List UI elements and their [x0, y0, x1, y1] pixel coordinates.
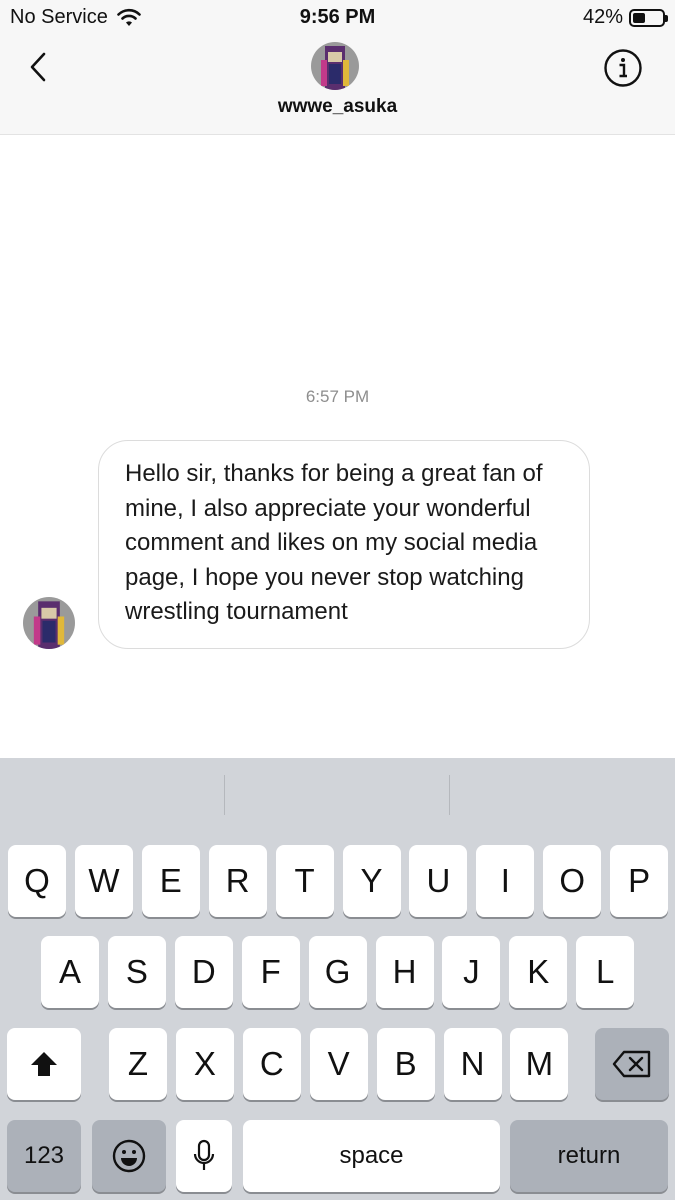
- message-timestamp: 6:57 PM: [305, 387, 370, 406]
- emoji-icon: [112, 1139, 146, 1173]
- battery-icon: [629, 8, 668, 27]
- key-s[interactable]: S: [107, 936, 166, 1008]
- key-c[interactable]: C: [242, 1028, 301, 1100]
- key-e[interactable]: E: [141, 845, 200, 917]
- key-n[interactable]: N: [443, 1028, 502, 1100]
- key-u[interactable]: U: [409, 845, 468, 917]
- header-username[interactable]: wwwe_asuka: [0, 96, 675, 118]
- key-y[interactable]: Y: [342, 845, 401, 917]
- info-icon: [604, 49, 642, 87]
- shift-icon: [31, 1052, 57, 1076]
- emoji-key[interactable]: [92, 1120, 166, 1192]
- battery-percent: 42%: [582, 6, 623, 28]
- key-m[interactable]: M: [510, 1028, 569, 1100]
- info-button[interactable]: [603, 48, 643, 88]
- key-h[interactable]: H: [375, 936, 434, 1008]
- message-bubble[interactable]: Hello sir, thanks for being a great fan …: [98, 440, 590, 649]
- key-z[interactable]: Z: [109, 1028, 167, 1100]
- key-t[interactable]: T: [275, 845, 334, 917]
- header-avatar[interactable]: [311, 42, 359, 90]
- key-p[interactable]: P: [610, 845, 669, 917]
- dictation-key[interactable]: [176, 1120, 232, 1192]
- status-right: 42%: [582, 6, 668, 29]
- delete-key[interactable]: [595, 1028, 669, 1100]
- key-w[interactable]: W: [74, 845, 133, 917]
- status-time: 9:56 PM: [299, 6, 376, 28]
- profile-photo: [311, 42, 359, 90]
- top-bar: No Service 9:56 PM 42% wwwe_asuka: [0, 0, 675, 135]
- key-j[interactable]: J: [442, 936, 501, 1008]
- profile-photo: [23, 597, 75, 649]
- key-l[interactable]: L: [576, 936, 635, 1008]
- key-q[interactable]: Q: [8, 845, 66, 917]
- key-i[interactable]: I: [476, 845, 535, 917]
- numbers-key[interactable]: 123: [7, 1120, 81, 1192]
- suggestion-divider: [449, 775, 450, 815]
- key-x[interactable]: X: [175, 1028, 234, 1100]
- microphone-icon: [193, 1139, 215, 1170]
- key-b[interactable]: B: [376, 1028, 435, 1100]
- key-a[interactable]: A: [41, 936, 99, 1008]
- key-k[interactable]: K: [509, 936, 568, 1008]
- back-button[interactable]: [22, 46, 58, 90]
- key-o[interactable]: O: [543, 845, 602, 917]
- shift-key[interactable]: [7, 1028, 81, 1100]
- key-v[interactable]: V: [309, 1028, 368, 1100]
- chevron-left-icon: [30, 52, 46, 82]
- space-key[interactable]: space: [243, 1120, 500, 1192]
- return-key[interactable]: return: [510, 1120, 668, 1192]
- key-d[interactable]: D: [174, 936, 233, 1008]
- key-g[interactable]: G: [308, 936, 367, 1008]
- key-r[interactable]: R: [208, 845, 267, 917]
- key-f[interactable]: F: [241, 936, 300, 1008]
- suggestion-divider: [224, 775, 225, 815]
- sender-avatar[interactable]: [23, 597, 75, 649]
- battery-fill: [633, 12, 645, 23]
- keyboard: QWERTYUIOP ASDFGHJKL ZXCVBNM 123 space r: [0, 758, 675, 1200]
- delete-icon: [612, 1050, 651, 1078]
